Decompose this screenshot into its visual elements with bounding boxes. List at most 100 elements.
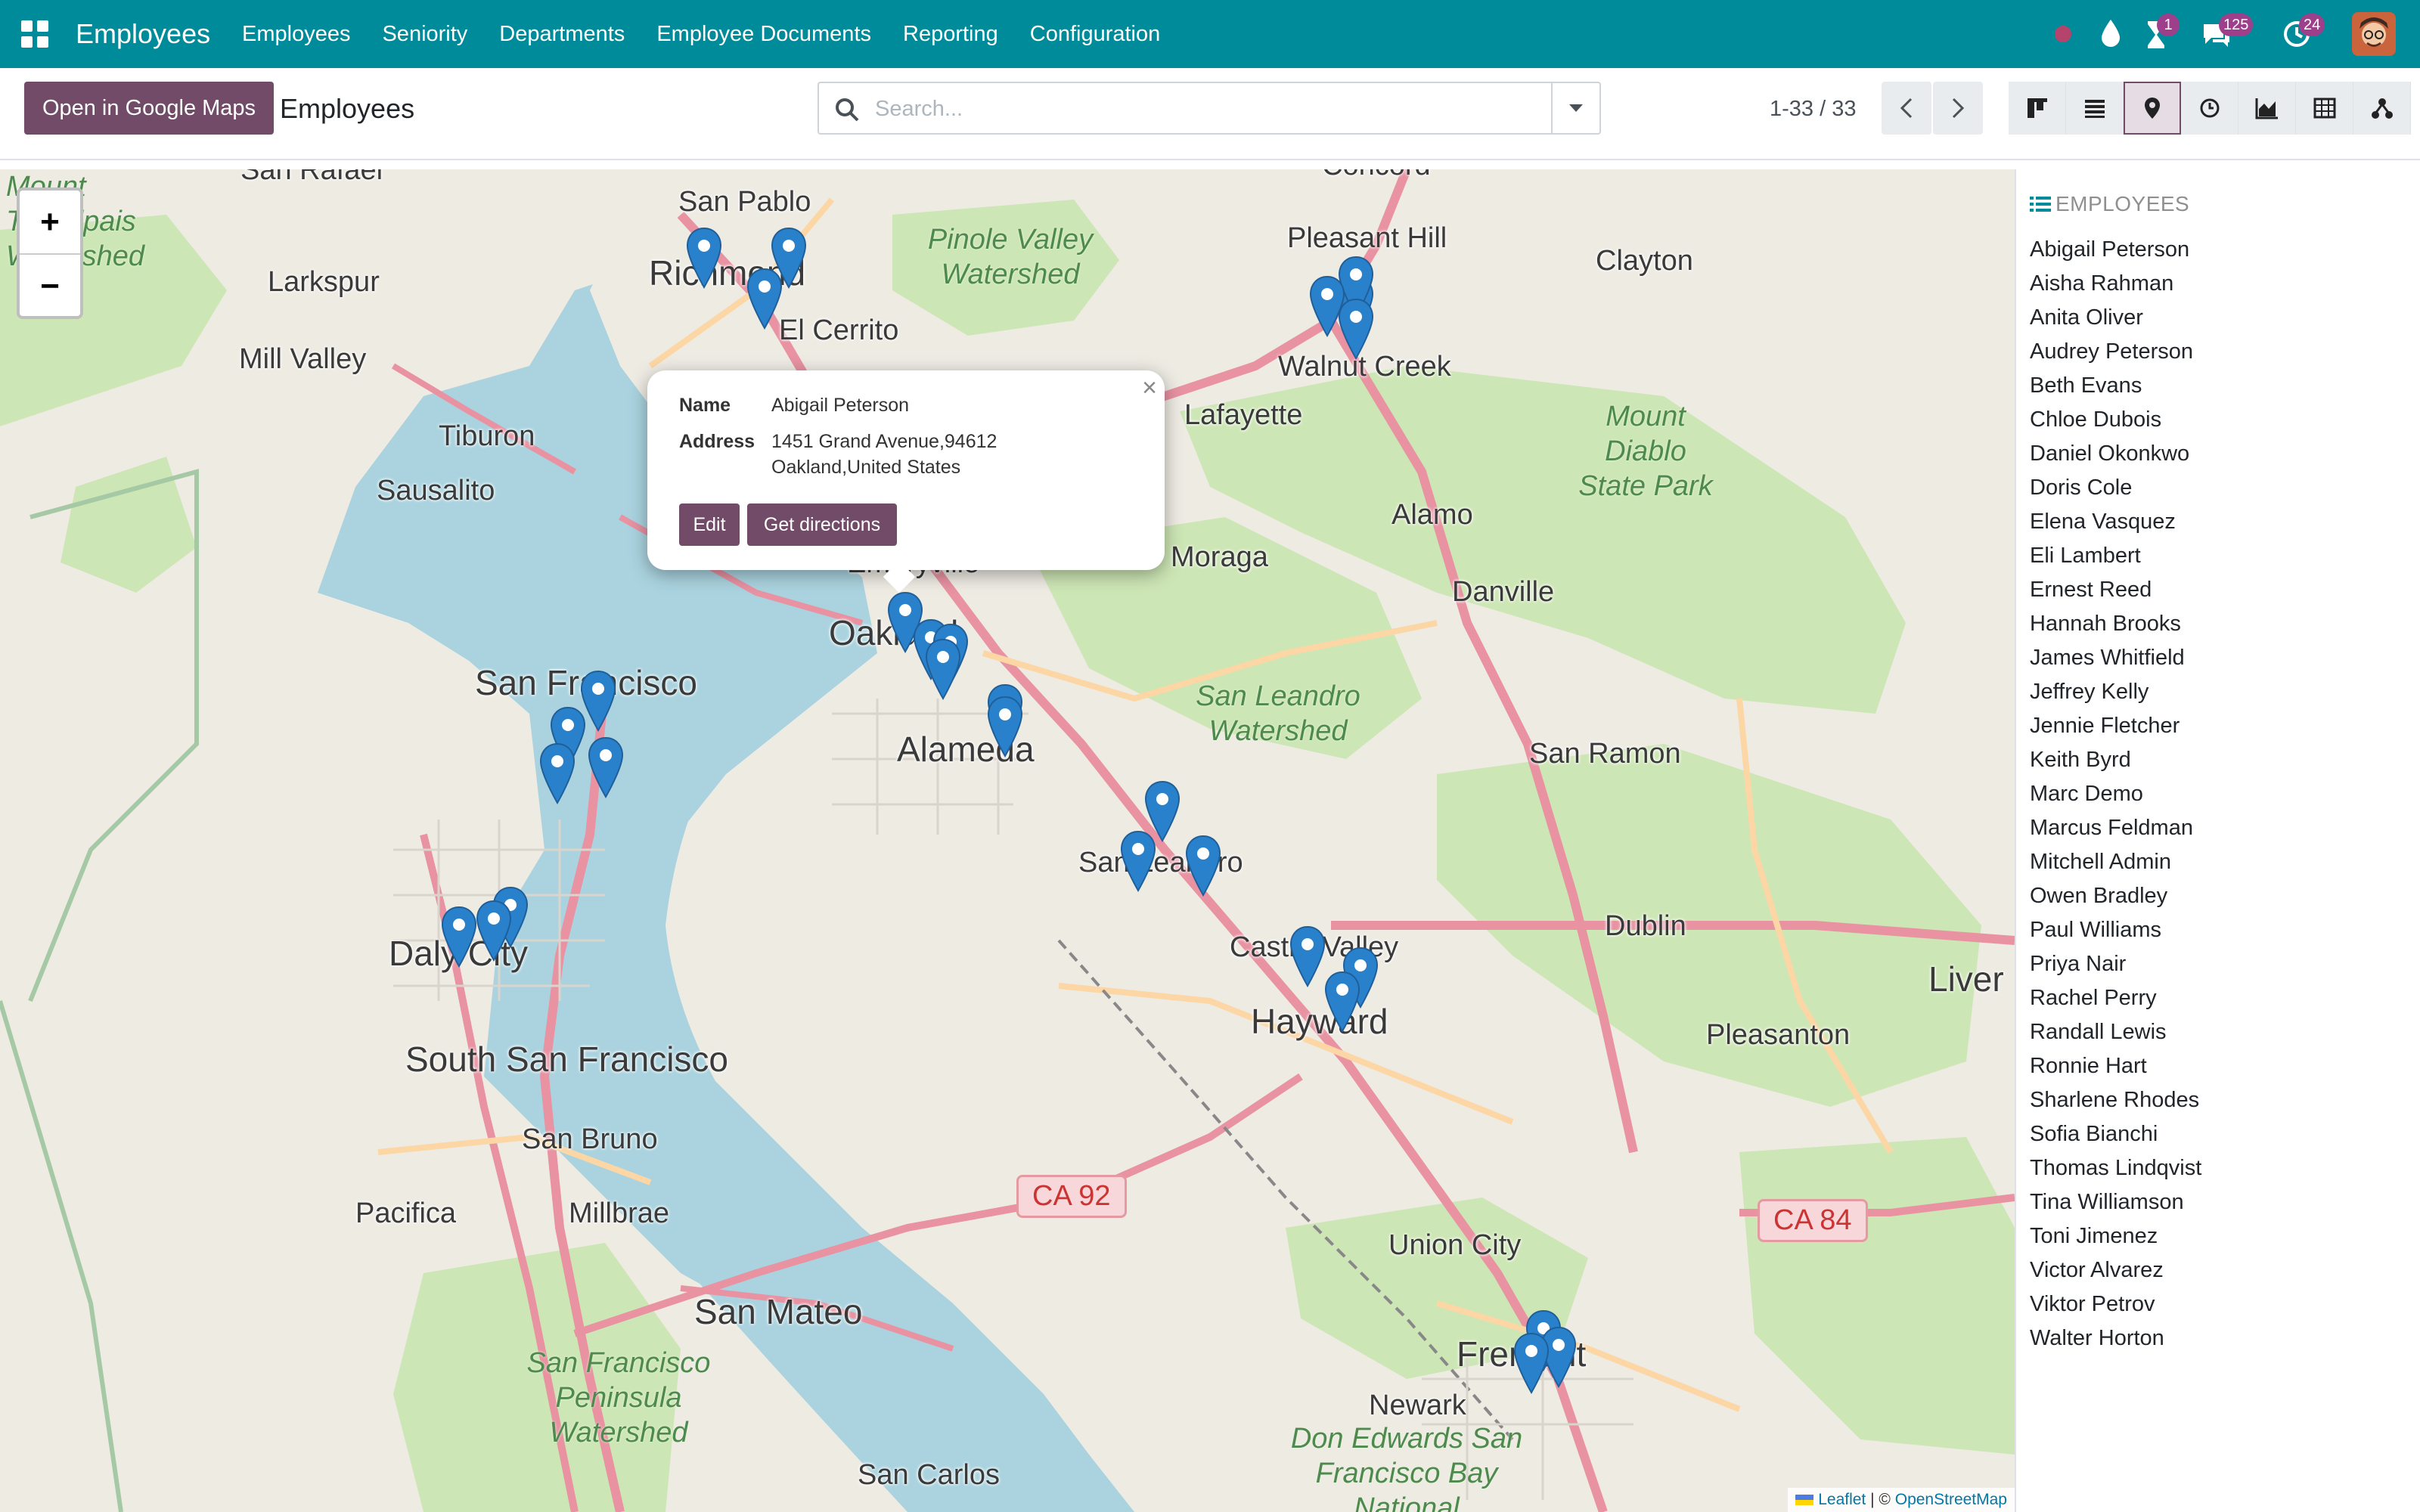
- employee-list-item[interactable]: Priya Nair: [2030, 947, 2201, 981]
- hierarchy-view-button[interactable]: [2353, 82, 2411, 135]
- employee-map-marker[interactable]: [1512, 1332, 1550, 1394]
- water-drop-icon[interactable]: [2099, 18, 2122, 48]
- employee-list-item[interactable]: Aisha Rahman: [2030, 267, 2201, 301]
- employee-list-item[interactable]: Beth Evans: [2030, 369, 2201, 403]
- employee-list-item[interactable]: Marcus Feldman: [2030, 811, 2201, 845]
- employee-list-item[interactable]: Rachel Perry: [2030, 981, 2201, 1015]
- employee-list-item[interactable]: Randall Lewis: [2030, 1015, 2201, 1049]
- employee-map-marker[interactable]: [1184, 835, 1222, 897]
- menu-employees[interactable]: Employees: [242, 20, 350, 48]
- place-label: San Rafael: [240, 169, 383, 186]
- employee-list-item[interactable]: Tina Williamson: [2030, 1185, 2201, 1219]
- popup-get-directions-button[interactable]: Get directions: [747, 503, 897, 546]
- menu-seniority[interactable]: Seniority: [382, 20, 467, 48]
- updates-count-badge: 24: [2299, 14, 2325, 36]
- menu-configuration[interactable]: Configuration: [1030, 20, 1161, 48]
- search-input[interactable]: [873, 89, 1527, 129]
- place-label: Moraga: [1171, 541, 1268, 573]
- menu-reporting[interactable]: Reporting: [903, 20, 998, 48]
- map-view-button[interactable]: [2124, 82, 2181, 135]
- employee-map-marker[interactable]: [475, 900, 513, 962]
- employee-list-item[interactable]: Chloe Dubois: [2030, 403, 2201, 437]
- app-title[interactable]: Employees: [76, 15, 210, 53]
- employee-list-item[interactable]: Audrey Peterson: [2030, 335, 2201, 369]
- menu-departments[interactable]: Departments: [499, 20, 625, 48]
- hierarchy-icon: [2371, 98, 2393, 119]
- employee-map-marker[interactable]: [1119, 830, 1157, 892]
- place-label: Dublin: [1605, 910, 1686, 942]
- list-view-button[interactable]: [2066, 82, 2124, 135]
- employee-list-item[interactable]: Abigail Peterson: [2030, 233, 2201, 267]
- employee-list-item[interactable]: Hannah Brooks: [2030, 607, 2201, 641]
- employee-list-item[interactable]: Jeffrey Kelly: [2030, 675, 2201, 709]
- user-avatar[interactable]: [2352, 12, 2396, 56]
- zoom-in-button[interactable]: +: [20, 191, 80, 253]
- place-label: Larkspur: [268, 266, 380, 298]
- top-navbar: Employees Employees Seniority Department…: [0, 0, 2420, 68]
- employee-list-item[interactable]: Mitchell Admin: [2030, 845, 2201, 879]
- employee-list-item[interactable]: Walter Horton: [2030, 1321, 2201, 1356]
- employee-list-item[interactable]: Keith Byrd: [2030, 743, 2201, 777]
- employee-list-item[interactable]: Doris Cole: [2030, 471, 2201, 505]
- employee-map-marker[interactable]: [1323, 971, 1361, 1033]
- employee-map-marker[interactable]: [440, 906, 478, 968]
- employee-map-marker[interactable]: [538, 742, 576, 804]
- employee-list-item[interactable]: Ronnie Hart: [2030, 1049, 2201, 1083]
- highway-shield: CA 84: [1758, 1199, 1868, 1242]
- place-label: San Pablo: [678, 186, 811, 218]
- employee-list-item[interactable]: James Whitfield: [2030, 641, 2201, 675]
- menu-employee-documents[interactable]: Employee Documents: [656, 20, 871, 48]
- place-label: San Ramon: [1529, 738, 1681, 770]
- pager-next-button[interactable]: [1933, 82, 1983, 135]
- place-label: San Bruno: [522, 1123, 658, 1155]
- kanban-view-button[interactable]: [2009, 82, 2066, 135]
- place-label: Lafayette: [1184, 399, 1303, 431]
- apps-menu-icon[interactable]: [21, 20, 48, 48]
- employee-list-item[interactable]: Viktor Petrov: [2030, 1287, 2201, 1321]
- map-canvas[interactable]: San Rafael Concord San Pablo Richmond El…: [0, 169, 2015, 1512]
- park-label: San Francisco Peninsula Watershed: [526, 1347, 711, 1448]
- openstreetmap-link[interactable]: OpenStreetMap: [1895, 1491, 2007, 1508]
- employee-list-item[interactable]: Owen Bradley: [2030, 879, 2201, 913]
- employee-map-marker[interactable]: [1337, 298, 1375, 360]
- employee-list-item[interactable]: Toni Jimenez: [2030, 1219, 2201, 1253]
- place-label: South San Francisco: [405, 1040, 729, 1079]
- place-label: Alamo: [1392, 499, 1473, 531]
- employee-map-marker[interactable]: [924, 638, 962, 700]
- zoom-out-button[interactable]: −: [20, 253, 80, 318]
- place-label: San Mateo: [694, 1292, 863, 1331]
- employee-list-item[interactable]: Sofia Bianchi: [2030, 1117, 2201, 1151]
- search-options-toggle[interactable]: [1551, 83, 1599, 133]
- map-pin-icon: [2145, 98, 2160, 119]
- place-label: Danville: [1452, 576, 1555, 608]
- popup-edit-button[interactable]: Edit: [679, 503, 740, 546]
- status-dot-icon[interactable]: [2055, 26, 2071, 42]
- activity-view-button[interactable]: [2181, 82, 2238, 135]
- employee-list-item[interactable]: Anita Oliver: [2030, 301, 2201, 335]
- pager-previous-button[interactable]: [1882, 82, 1931, 135]
- employee-map-marker[interactable]: [587, 736, 625, 798]
- employee-list-item[interactable]: Marc Demo: [2030, 777, 2201, 811]
- graph-view-button[interactable]: [2238, 82, 2296, 135]
- view-switcher: [2009, 82, 2411, 135]
- open-in-google-maps-button[interactable]: Open in Google Maps: [24, 82, 274, 135]
- list-icon: [2084, 100, 2105, 118]
- leaflet-link[interactable]: Leaflet: [1818, 1491, 1866, 1508]
- employee-list-item[interactable]: Paul Williams: [2030, 913, 2201, 947]
- employee-map-marker[interactable]: [685, 227, 723, 289]
- employee-map-marker[interactable]: [1289, 925, 1326, 987]
- park-label: Mount Diablo State Park: [1578, 401, 1713, 502]
- employee-map-marker[interactable]: [986, 696, 1024, 758]
- pager-value[interactable]: 1-33 / 33: [1770, 94, 1856, 124]
- employee-list-item[interactable]: Elena Vasquez: [2030, 505, 2201, 539]
- pivot-view-button[interactable]: [2296, 82, 2353, 135]
- employee-list-item[interactable]: Daniel Okonkwo: [2030, 437, 2201, 471]
- employee-list-item[interactable]: Ernest Reed: [2030, 573, 2201, 607]
- employee-list-item[interactable]: Sharlene Rhodes: [2030, 1083, 2201, 1117]
- employee-list-item[interactable]: Jennie Fletcher: [2030, 709, 2201, 743]
- employee-map-marker[interactable]: [746, 268, 783, 330]
- employee-list-item[interactable]: Thomas Lindqvist: [2030, 1151, 2201, 1185]
- employee-list-item[interactable]: Victor Alvarez: [2030, 1253, 2201, 1287]
- popup-close-button[interactable]: ×: [1142, 373, 1157, 403]
- employee-list-item[interactable]: Eli Lambert: [2030, 539, 2201, 573]
